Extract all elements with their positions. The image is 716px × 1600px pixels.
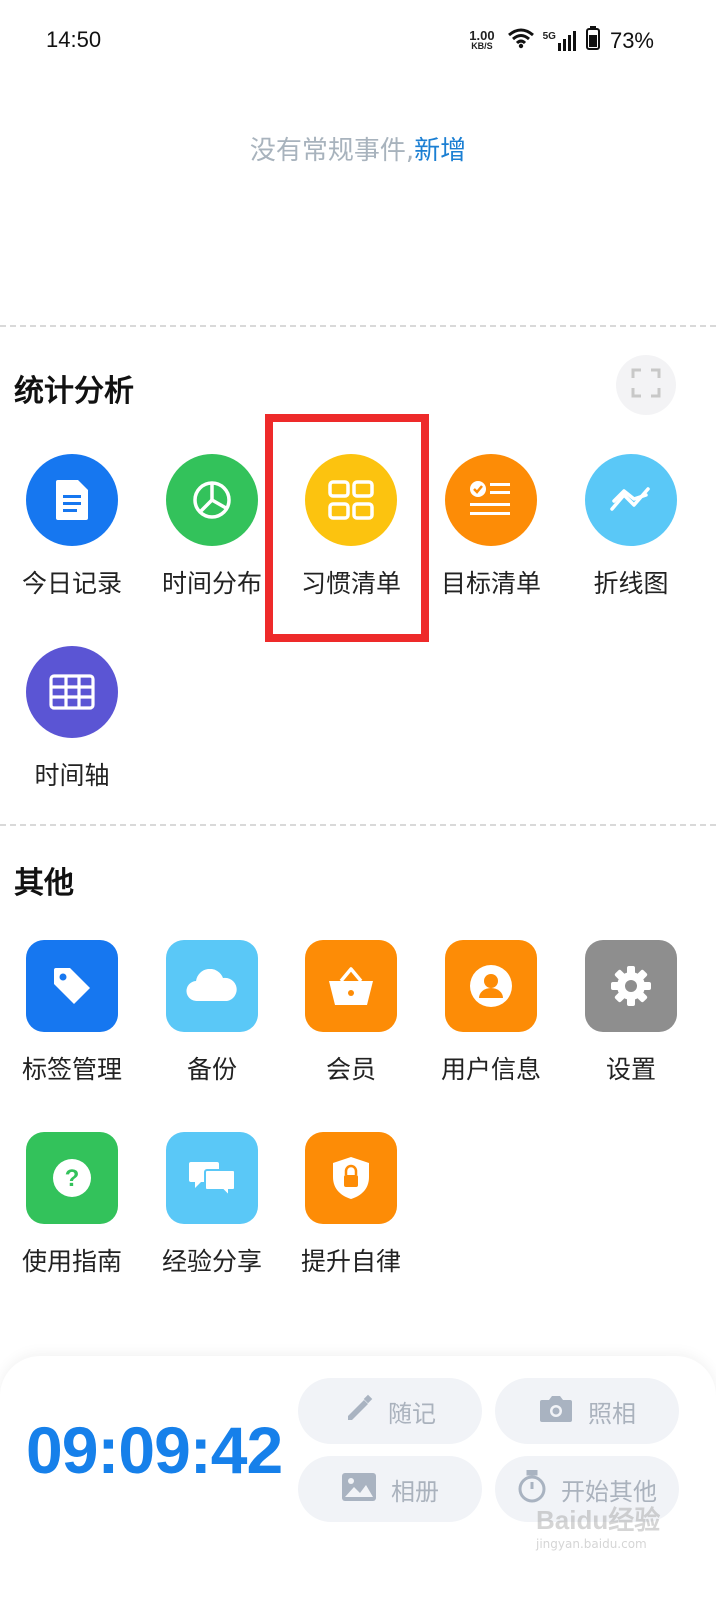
other-item-self-discipline[interactable]: 提升自律 [279, 1132, 419, 1302]
stats-item-line-chart[interactable]: 折线图 [559, 454, 699, 624]
user-icon [445, 940, 537, 1032]
baidu-watermark: Baidu经验 jingyan.baidu.com [536, 1500, 676, 1560]
other-item-label: 使用指南 [21, 1247, 122, 1276]
other-item-label: 经验分享 [161, 1247, 262, 1276]
section-divider [0, 824, 716, 826]
empty-state: 没有常规事件,新增 [0, 130, 716, 167]
checklist-icon [445, 454, 537, 546]
battery-percent: 73% [609, 27, 654, 53]
stats-item-today-record[interactable]: 今日记录 [0, 454, 140, 624]
stats-item-label: 时间轴 [34, 761, 110, 790]
timer-clock: 09:09:42 [26, 1413, 283, 1487]
other-item-label: 提升自律 [300, 1247, 401, 1276]
camera-button[interactable]: 照相 [495, 1378, 679, 1444]
other-item-label: 设置 [605, 1055, 656, 1084]
svg-text:?: ? [65, 1165, 80, 1192]
other-item-tag-manage[interactable]: 标签管理 [0, 940, 140, 1110]
other-item-experience-share[interactable]: 经验分享 [140, 1132, 280, 1302]
camera-icon [538, 1394, 574, 1428]
other-item-member[interactable]: 会员 [279, 940, 419, 1110]
shield-lock-icon [305, 1132, 397, 1224]
other-item-label: 会员 [325, 1055, 376, 1084]
other-item-user-info[interactable]: 用户信息 [419, 940, 559, 1110]
chat-icon [166, 1132, 258, 1224]
other-item-backup[interactable]: 备份 [140, 940, 280, 1110]
add-event-link[interactable]: 新增 [414, 136, 466, 166]
stats-item-timeline[interactable]: 时间轴 [0, 646, 140, 816]
table-icon [26, 646, 118, 738]
camera-label: 照相 [588, 1399, 636, 1428]
status-indicators: 1.00 KB/S 5G 73% [469, 26, 654, 55]
fullscreen-icon [631, 368, 661, 402]
expand-button[interactable] [616, 355, 676, 415]
cell-signal-icon: 5G [542, 30, 578, 51]
cloud-icon [166, 940, 258, 1032]
other-section-title: 其他 [14, 866, 74, 901]
image-icon [341, 1472, 377, 1506]
signal-label: 5G [542, 30, 556, 42]
pie-chart-icon [166, 454, 258, 546]
gear-icon [585, 940, 677, 1032]
network-speed-unit: KB/S [471, 40, 493, 51]
highlight-box [265, 414, 429, 642]
basket-icon [305, 940, 397, 1032]
stats-section-title: 统计分析 [14, 374, 134, 409]
stats-item-goal-list[interactable]: 目标清单 [419, 454, 559, 624]
line-chart-icon [585, 454, 677, 546]
watermark-small: jingyan.baidu.com [536, 1537, 647, 1551]
document-icon [26, 454, 118, 546]
stats-item-label: 目标清单 [440, 569, 541, 598]
pencil-icon [344, 1394, 374, 1428]
empty-state-message: 没有常规事件, [249, 136, 415, 166]
network-speed: 1.00 KB/S [469, 27, 495, 51]
other-item-label: 备份 [186, 1055, 237, 1084]
album-label: 相册 [391, 1477, 439, 1506]
album-button[interactable]: 相册 [298, 1456, 482, 1522]
stats-item-time-distribution[interactable]: 时间分布 [140, 454, 280, 624]
watermark-big: Baidu经验 [536, 1505, 661, 1535]
wifi-icon [507, 27, 535, 54]
other-item-settings[interactable]: 设置 [559, 940, 699, 1110]
other-item-label: 标签管理 [21, 1055, 122, 1084]
stats-item-label: 今日记录 [21, 569, 122, 598]
other-item-label: 用户信息 [440, 1055, 541, 1084]
stats-item-label: 折线图 [593, 569, 669, 598]
battery-icon [585, 26, 600, 55]
status-bar: 14:50 1.00 KB/S 5G 73% [0, 0, 716, 82]
network-speed-value: 1.00 [469, 27, 495, 43]
quick-note-button[interactable]: 随记 [298, 1378, 482, 1444]
tag-icon [26, 940, 118, 1032]
other-item-user-guide[interactable]: ? 使用指南 [0, 1132, 140, 1302]
section-divider [0, 325, 716, 327]
quick-note-label: 随记 [388, 1399, 436, 1428]
status-time: 14:50 [46, 27, 102, 52]
question-icon: ? [26, 1132, 118, 1224]
